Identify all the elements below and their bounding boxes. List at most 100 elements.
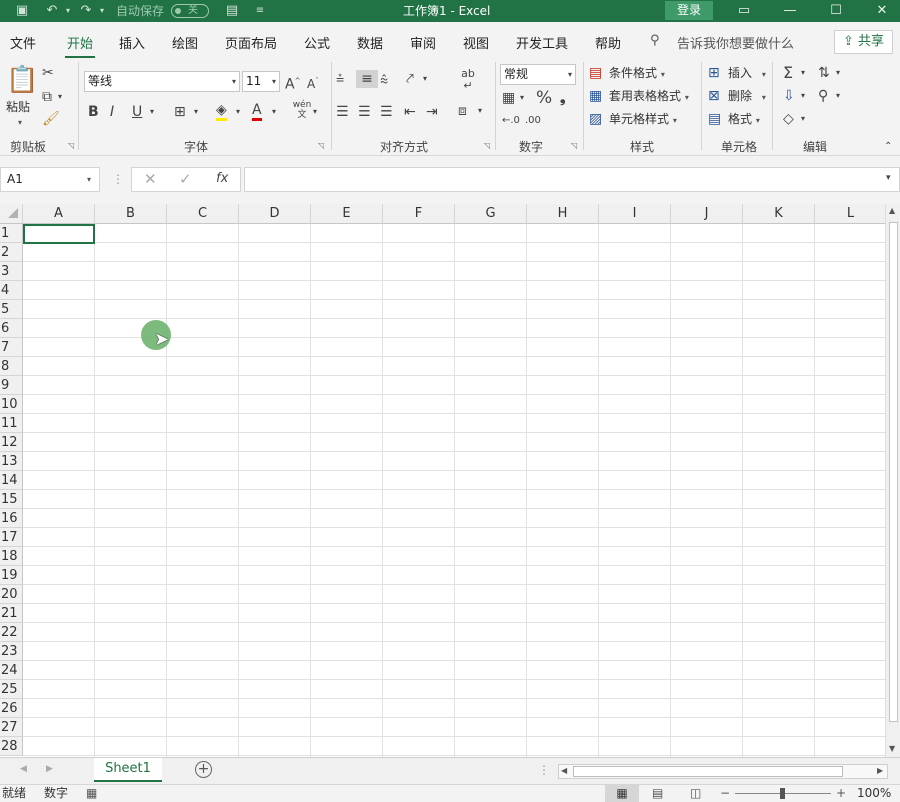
ribbon-display-options-icon[interactable]: ▭ [721, 0, 767, 22]
row-header-22[interactable]: 22 [0, 623, 23, 642]
row-header-23[interactable]: 23 [0, 642, 23, 661]
tab-insert[interactable]: 插入 [119, 33, 145, 52]
zoom-out-icon[interactable]: − [720, 785, 730, 802]
wrap-text-icon[interactable]: ab ↵ [458, 68, 478, 92]
font-color-icon[interactable]: A [252, 101, 262, 121]
row-header-18[interactable]: 18 [0, 547, 23, 566]
row-header-14[interactable]: 14 [0, 471, 23, 490]
sort-filter-dropdown-icon[interactable]: ▾ [836, 64, 840, 82]
align-center-icon[interactable]: ☰ [358, 103, 371, 121]
tab-page-layout[interactable]: 页面布局 [225, 33, 277, 52]
tab-developer[interactable]: 开发工具 [516, 33, 568, 52]
drag-handle-icon[interactable]: ⋮ [112, 172, 124, 186]
increase-indent-icon[interactable]: ⇥ [426, 103, 438, 121]
cut-icon[interactable]: ✂ [42, 64, 54, 82]
fill-color-dropdown-icon[interactable]: ▾ [236, 103, 240, 121]
number-format-select[interactable]: 常规 ▾ [500, 64, 576, 85]
delete-cells-button[interactable]: 删除 ▾ [728, 87, 766, 107]
next-sheet-icon[interactable]: ▶ [46, 764, 53, 774]
merge-center-icon[interactable]: ⧈ [458, 102, 467, 120]
sheet-tab-sheet1[interactable]: Sheet1 [94, 758, 162, 782]
accounting-dropdown-icon[interactable]: ▾ [520, 89, 524, 107]
row-header-15[interactable]: 15 [0, 490, 23, 509]
column-header-k[interactable]: K [743, 204, 815, 224]
column-header-e[interactable]: E [311, 204, 383, 224]
form-icon[interactable]: ▤ [224, 3, 240, 19]
tab-file[interactable]: 文件 [10, 33, 36, 52]
fill-dropdown-icon[interactable]: ▾ [801, 87, 805, 105]
conditional-format-button[interactable]: 条件格式 ▾ [609, 64, 665, 84]
row-header-9[interactable]: 9 [0, 376, 23, 395]
drag-handle-icon[interactable]: ⋮ [538, 763, 550, 777]
font-color-dropdown-icon[interactable]: ▾ [272, 103, 276, 121]
align-right-icon[interactable]: ☰ [380, 103, 393, 121]
italic-icon[interactable]: I [110, 103, 114, 121]
row-header-11[interactable]: 11 [0, 414, 23, 433]
tab-help[interactable]: 帮助 [595, 33, 621, 52]
percent-style-icon[interactable]: % [536, 89, 552, 107]
top-align-icon[interactable]: ⩮ [336, 70, 344, 88]
number-launcher-icon[interactable]: ◹ [571, 142, 579, 150]
insert-function-icon[interactable]: fx [216, 171, 228, 186]
middle-align-icon[interactable]: ≡ [356, 70, 378, 88]
tab-draw[interactable]: 绘图 [172, 33, 198, 52]
login-button[interactable]: 登录 [665, 1, 713, 20]
merge-dropdown-icon[interactable]: ▾ [478, 102, 482, 120]
format-painter-icon[interactable]: 🖌 [42, 110, 60, 128]
close-icon[interactable]: ✕ [859, 0, 900, 22]
fill-color-icon[interactable]: ◈ [216, 101, 227, 121]
customize-toolbar-icon[interactable]: ≡ [252, 3, 268, 19]
scroll-left-icon[interactable]: ◀ [561, 766, 567, 775]
delete-cells-icon[interactable]: ⊠ [708, 87, 720, 105]
row-header-7[interactable]: 7 [0, 338, 23, 357]
font-size-select[interactable]: 11 ▾ [242, 71, 280, 92]
paste-dropdown-icon[interactable]: ▾ [18, 114, 22, 132]
row-header-2[interactable]: 2 [0, 243, 23, 262]
row-header-25[interactable]: 25 [0, 680, 23, 699]
spreadsheet-grid[interactable]: ABCDEFGHIJKL 1 2 3 4 5 6 7 8 9 10 11 12 13 14 15 16 17 18… [0, 204, 885, 757]
conditional-format-icon[interactable]: ▤ [589, 64, 602, 82]
row-header-5[interactable]: 5 [0, 300, 23, 319]
copy-icon[interactable]: ⧉ [42, 88, 52, 106]
row-header-16[interactable]: 16 [0, 509, 23, 528]
underline-dropdown-icon[interactable]: ▾ [150, 103, 154, 121]
accounting-format-icon[interactable]: ▦ [502, 89, 515, 107]
expand-formula-bar-icon[interactable]: ▾ [886, 173, 891, 183]
prev-sheet-icon[interactable]: ◀ [20, 764, 27, 774]
bottom-align-icon[interactable]: ⩯ [380, 72, 388, 90]
row-header-19[interactable]: 19 [0, 566, 23, 585]
copy-dropdown-icon[interactable]: ▾ [58, 88, 62, 106]
selected-cell[interactable] [23, 224, 95, 244]
clear-dropdown-icon[interactable]: ▾ [801, 110, 805, 128]
vertical-scrollbar[interactable]: ▲ ▼ [885, 204, 900, 757]
row-header-4[interactable]: 4 [0, 281, 23, 300]
align-left-icon[interactable]: ☰ [336, 103, 349, 121]
undo-icon[interactable]: ↶ [44, 3, 60, 19]
phonetic-guide-icon[interactable]: wén 文 [292, 100, 312, 120]
row-header-21[interactable]: 21 [0, 604, 23, 623]
increase-font-size-icon[interactable]: A^ [285, 72, 300, 94]
column-header-b[interactable]: B [95, 204, 167, 224]
cancel-icon[interactable]: ✕ [144, 170, 157, 188]
insert-cells-icon[interactable]: ⊞ [708, 64, 720, 82]
macro-record-icon[interactable]: ▦ [86, 785, 97, 802]
decrease-indent-icon[interactable]: ⇤ [404, 103, 416, 121]
autosum-dropdown-icon[interactable]: ▾ [801, 64, 805, 82]
row-header-26[interactable]: 26 [0, 699, 23, 718]
column-header-d[interactable]: D [239, 204, 311, 224]
bold-icon[interactable]: B [88, 103, 99, 121]
column-header-i[interactable]: I [599, 204, 671, 224]
name-box[interactable]: A1 ▾ [0, 167, 100, 192]
row-header-1[interactable]: 1 [0, 224, 23, 243]
undo-dropdown-icon[interactable]: ▾ [60, 3, 76, 19]
row-header-8[interactable]: 8 [0, 357, 23, 376]
format-cells-button[interactable]: 格式 ▾ [728, 110, 760, 130]
tab-view[interactable]: 视图 [463, 33, 489, 52]
save-icon[interactable]: ▣ [14, 3, 30, 19]
format-as-table-icon[interactable]: ▦ [589, 87, 602, 105]
clipboard-launcher-icon[interactable]: ◹ [68, 142, 76, 150]
column-header-h[interactable]: H [527, 204, 599, 224]
row-header-10[interactable]: 10 [0, 395, 23, 414]
fill-icon[interactable]: ⇩ [783, 87, 795, 105]
search-icon[interactable]: ⚲ [650, 33, 660, 48]
